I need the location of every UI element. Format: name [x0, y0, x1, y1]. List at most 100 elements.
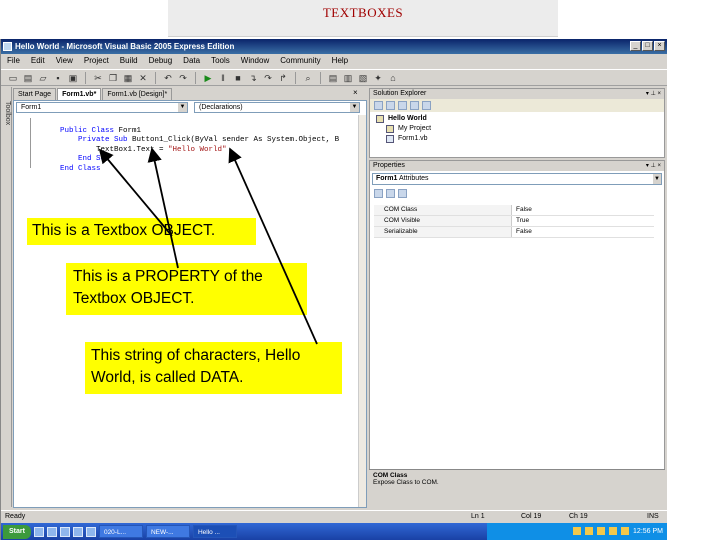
tray-icon[interactable] — [621, 527, 630, 536]
menu-build[interactable]: Build — [120, 54, 138, 68]
alphabetical-icon[interactable] — [386, 188, 395, 198]
start-page-icon[interactable]: ⌂ — [387, 72, 399, 84]
menu-edit[interactable]: Edit — [31, 54, 45, 68]
chevron-down-icon[interactable]: ▼ — [178, 103, 187, 112]
redo-icon[interactable]: ↷ — [177, 72, 189, 84]
show-all-files-icon[interactable] — [386, 101, 395, 110]
solution-explorer-icon[interactable]: ▤ — [327, 72, 339, 84]
toolbox-icon[interactable]: ✦ — [372, 72, 384, 84]
quick-launch-icon[interactable] — [72, 526, 83, 537]
chevron-down-icon[interactable]: ▼ — [653, 174, 661, 184]
cut-icon[interactable]: ✂ — [92, 72, 104, 84]
tab-start-page[interactable]: Start Page — [13, 88, 57, 100]
menu-help[interactable]: Help — [332, 54, 348, 68]
taskbar-item-active[interactable]: Hello ... — [192, 525, 237, 538]
tree-item-form1[interactable]: Form1.vb — [386, 134, 664, 144]
undo-icon[interactable]: ↶ — [162, 72, 174, 84]
menu-data[interactable]: Data — [183, 54, 200, 68]
solution-tree: Hello World My Project Form1.vb — [370, 112, 664, 144]
form-file-icon — [386, 135, 394, 143]
method-name-value: (Declarations) — [199, 104, 243, 111]
tab-form1-code[interactable]: Form1.vb* — [57, 88, 102, 100]
tray-icon[interactable] — [573, 527, 582, 536]
open-file-icon[interactable]: ▱ — [37, 72, 49, 84]
find-icon[interactable]: ⌕ — [302, 72, 314, 84]
window-title: Hello World - Microsoft Visual Basic 200… — [15, 42, 235, 51]
quick-launch-icon[interactable] — [33, 526, 44, 537]
toolbar-separator — [195, 71, 196, 84]
window-titlebar[interactable]: Hello World - Microsoft Visual Basic 200… — [1, 39, 667, 54]
menu-debug[interactable]: Debug — [149, 54, 173, 68]
callout-object: This is a Textbox OBJECT. — [27, 218, 256, 245]
object-browser-icon[interactable]: ▧ — [357, 72, 369, 84]
solution-explorer-panel: Solution Explorer ▾ ⊥ × Hello World My P… — [369, 88, 665, 158]
add-item-icon[interactable]: ▤ — [22, 72, 34, 84]
solution-explorer-title: Solution Explorer ▾ ⊥ × — [370, 89, 664, 99]
pin-icon[interactable]: ▾ ⊥ × — [646, 161, 661, 171]
quick-launch-icon[interactable] — [59, 526, 70, 537]
property-row[interactable]: Serializable False — [374, 227, 654, 238]
menu-tools[interactable]: Tools — [211, 54, 230, 68]
code-lines[interactable]: Public Class Form1 Private Sub Button1_C… — [14, 115, 366, 175]
menu-project[interactable]: Project — [84, 54, 109, 68]
properties-title: Properties ▾ ⊥ × — [370, 161, 664, 171]
tray-icon[interactable] — [585, 527, 594, 536]
maximize-button[interactable]: □ — [642, 41, 653, 51]
menu-window[interactable]: Window — [241, 54, 269, 68]
status-mode: INS — [647, 513, 659, 520]
property-row[interactable]: COM Class False — [374, 205, 654, 216]
minimize-button[interactable]: _ — [630, 41, 641, 51]
paste-icon[interactable]: ▦ — [122, 72, 134, 84]
save-all-icon[interactable]: ▣ — [67, 72, 79, 84]
start-debugging-icon[interactable]: ▶ — [202, 72, 214, 84]
close-tab-icon[interactable]: × — [353, 88, 358, 97]
save-icon[interactable]: ▪ — [52, 72, 64, 84]
categorized-icon[interactable] — [374, 188, 383, 198]
method-name-combo[interactable]: (Declarations) ▼ — [194, 102, 360, 113]
quick-launch-icon[interactable] — [46, 526, 57, 537]
refresh-icon[interactable] — [398, 101, 407, 110]
step-over-icon[interactable]: ↷ — [262, 72, 274, 84]
status-text: Ready — [5, 513, 26, 520]
view-designer-icon[interactable] — [422, 101, 431, 110]
view-code-icon[interactable] — [410, 101, 419, 110]
tree-item-my-project[interactable]: My Project — [386, 124, 664, 134]
menu-community[interactable]: Community — [280, 54, 320, 68]
property-row[interactable]: COM Visible True — [374, 216, 654, 227]
taskbar-item[interactable]: 020-L... — [98, 525, 143, 538]
tree-item-project[interactable]: Hello World — [376, 114, 664, 124]
property-grid: COM Class False COM Visible True Serializa… — [374, 205, 654, 238]
clock: 12:56 PM — [633, 528, 663, 535]
taskbar-item[interactable]: NEW-... — [145, 525, 190, 538]
new-project-icon[interactable]: ▭ — [7, 72, 19, 84]
tray-icon[interactable] — [609, 527, 618, 536]
stop-icon[interactable]: ■ — [232, 72, 244, 84]
pause-icon[interactable]: ‖ — [217, 72, 229, 84]
step-out-icon[interactable]: ↱ — [277, 72, 289, 84]
pin-icon[interactable]: ▾ ⊥ × — [646, 89, 661, 99]
status-bar: Ready Ln 1 Col 19 Ch 19 INS — [1, 510, 667, 522]
close-button[interactable]: × — [654, 41, 665, 51]
properties-panel: Properties ▾ ⊥ × Form1 Attributes ▼ COM … — [369, 160, 665, 494]
tray-icon[interactable] — [597, 527, 606, 536]
tab-form1-design[interactable]: Form1.vb [Design]* — [102, 88, 173, 100]
quick-launch-icon[interactable] — [85, 526, 96, 537]
delete-icon[interactable]: ✕ — [137, 72, 149, 84]
status-line: Ln 1 — [471, 513, 485, 520]
properties-object-selector[interactable]: Form1 Attributes ▼ — [372, 173, 662, 185]
start-button[interactable]: Start — [3, 524, 31, 539]
toolbar-separator — [85, 71, 86, 84]
toolbar-separator — [320, 71, 321, 84]
chevron-down-icon[interactable]: ▼ — [350, 103, 359, 112]
properties-icon[interactable]: ▥ — [342, 72, 354, 84]
step-into-icon[interactable]: ↴ — [247, 72, 259, 84]
toolbox-tab[interactable]: Toolbox — [1, 87, 12, 507]
property-pages-icon[interactable] — [398, 188, 407, 198]
editor-scrollbar[interactable] — [358, 115, 366, 507]
menu-view[interactable]: View — [56, 54, 73, 68]
copy-icon[interactable]: ❐ — [107, 72, 119, 84]
menu-file[interactable]: File — [7, 54, 20, 68]
properties-icon[interactable] — [374, 101, 383, 110]
code-line: End Class — [60, 164, 101, 173]
class-name-combo[interactable]: Form1 ▼ — [16, 102, 188, 113]
